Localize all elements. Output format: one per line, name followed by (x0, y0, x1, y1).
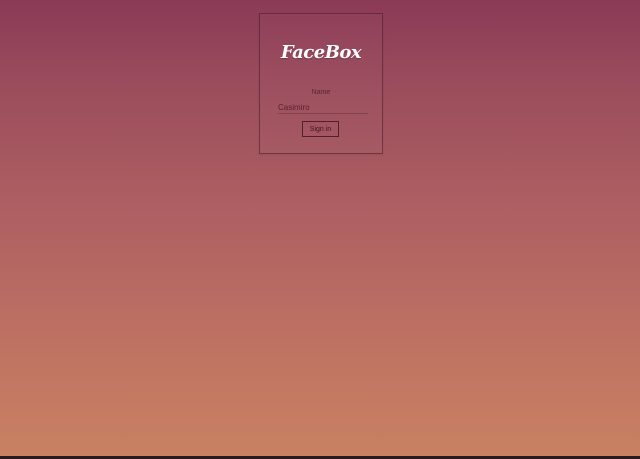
name-input[interactable] (278, 101, 368, 114)
login-card: FaceBox Name Sign in (259, 13, 383, 154)
app-logo: FaceBox (280, 42, 362, 63)
name-label: Name (311, 89, 331, 96)
signin-button[interactable]: Sign in (302, 121, 339, 137)
